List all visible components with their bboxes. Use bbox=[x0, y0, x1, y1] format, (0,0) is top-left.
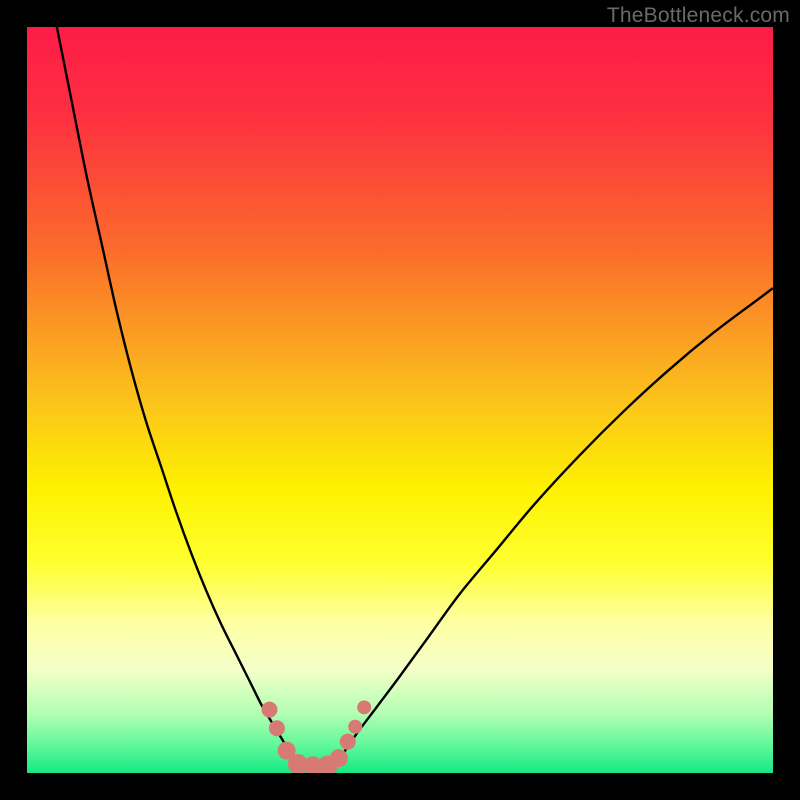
data-point bbox=[269, 720, 285, 736]
chart-svg bbox=[27, 27, 773, 773]
watermark-text: TheBottleneck.com bbox=[607, 4, 790, 28]
data-point bbox=[261, 702, 277, 718]
plot-area bbox=[27, 27, 773, 773]
data-point bbox=[330, 749, 348, 767]
outer-frame: TheBottleneck.com bbox=[0, 0, 800, 800]
data-point bbox=[357, 700, 371, 714]
data-point bbox=[348, 720, 362, 734]
data-point bbox=[340, 734, 356, 750]
